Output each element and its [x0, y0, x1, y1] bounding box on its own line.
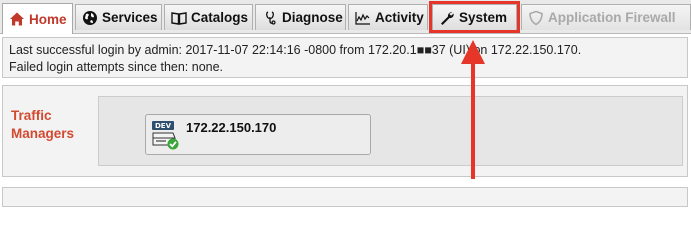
globe-icon: [82, 10, 98, 26]
main-tab-bar: Home Services Catalogs Diagnose Activity…: [0, 0, 691, 34]
tab-application-firewall[interactable]: Application Firewall: [521, 4, 691, 30]
home-icon: [9, 11, 25, 27]
traffic-manager-card[interactable]: DEV 172.22.150.170: [145, 114, 371, 155]
failed-login-text: Failed login attempts since then: none.: [9, 60, 224, 74]
tab-diagnose[interactable]: Diagnose: [255, 4, 346, 30]
tab-label: Services: [102, 10, 158, 25]
tab-label: Home: [29, 11, 67, 27]
book-icon: [171, 10, 187, 26]
next-panel: [2, 187, 688, 207]
tab-label: Diagnose: [282, 10, 343, 25]
tab-system[interactable]: System: [429, 1, 520, 33]
dev-badge-label: DEV: [155, 122, 172, 130]
dev-appliance-icon: DEV: [152, 121, 179, 150]
wrench-icon: [439, 10, 455, 26]
tab-activity[interactable]: Activity: [348, 4, 428, 30]
login-info-message: Last successful login by admin: 2017-11-…: [2, 37, 688, 78]
tab-label: Application Firewall: [548, 10, 676, 25]
tab-label: System: [459, 10, 508, 25]
tab-home[interactable]: Home: [2, 3, 73, 34]
tab-catalogs[interactable]: Catalogs: [164, 4, 253, 30]
traffic-manager-host: 172.22.150.170: [186, 120, 277, 135]
traffic-managers-panel: Traffic Managers DEV 172.22.150.170: [2, 85, 688, 177]
tab-services[interactable]: Services: [75, 4, 162, 30]
tab-label: Activity: [375, 10, 424, 25]
traffic-managers-list: DEV 172.22.150.170: [98, 96, 683, 166]
shield-icon: [528, 10, 544, 26]
activity-chart-icon: [355, 10, 371, 26]
stethoscope-icon: [262, 10, 278, 26]
last-login-text: Last successful login by admin: 2017-11-…: [9, 43, 582, 57]
tab-label: Catalogs: [191, 10, 249, 25]
traffic-managers-heading: Traffic Managers: [11, 108, 75, 141]
